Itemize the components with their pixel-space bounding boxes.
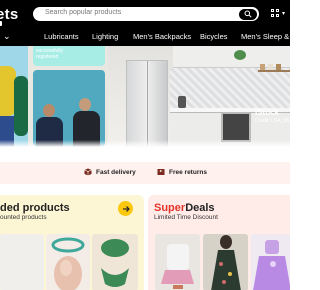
benefit-free-returns: Free returns	[169, 169, 207, 176]
deal-gown-image	[251, 234, 290, 290]
search-button[interactable]	[239, 8, 257, 20]
category-grid-icon[interactable]	[271, 9, 279, 17]
recommended-products-card[interactable]: ded products ounted products	[0, 195, 144, 290]
view-more-button[interactable]	[118, 201, 133, 216]
hero-fade	[0, 140, 290, 147]
card-subtitle: ounted products	[0, 214, 47, 221]
category-nav: ⌄ Lubricants Lighting Men's Backpacks Bi…	[0, 31, 290, 43]
deal-tile-2[interactable]	[203, 234, 248, 290]
chevron-down-icon[interactable]: ▾	[282, 10, 285, 17]
hero-people-image	[33, 70, 105, 147]
deal-tile-1[interactable]	[155, 234, 200, 290]
hero-left-image	[0, 46, 28, 147]
product-tile-1[interactable]	[0, 234, 44, 290]
nav-item-bicycles[interactable]: Bicycles	[200, 32, 228, 41]
return-icon	[157, 169, 165, 175]
superdeals-title: SuperDeals	[154, 202, 215, 214]
site-header: ets Search popular products ▾ ⌄ Lubrican…	[0, 0, 290, 46]
nav-item-mens-backpacks[interactable]: Men's Backpacks	[133, 32, 191, 41]
product-tile-2[interactable]	[46, 234, 90, 290]
product-bikini-image	[92, 234, 138, 290]
deal-tile-3[interactable]	[251, 234, 290, 290]
page: ets Search popular products ▾ ⌄ Lubrican…	[0, 0, 290, 290]
superdeals-title-part2: Deals	[185, 202, 215, 214]
site-logo[interactable]: ets	[0, 6, 19, 26]
promo-card: successfully registered	[33, 46, 105, 66]
benefit-fast-delivery: Fast delivery	[96, 169, 136, 176]
logo-text: ets	[0, 6, 19, 23]
search-input[interactable]: Search popular products	[45, 9, 121, 16]
deal-dress-image	[203, 234, 248, 290]
search-bar[interactable]: Search popular products	[33, 7, 259, 21]
promo-text-line2: registered	[36, 54, 59, 60]
nav-item-lubricants[interactable]: Lubricants	[44, 32, 79, 41]
superdeals-title-part1: Super	[154, 202, 186, 214]
superdeals-card[interactable]: SuperDeals Limited Time Discount	[148, 195, 290, 290]
nav-chevron-down-icon[interactable]: ⌄	[3, 31, 11, 42]
superdeals-subtitle: Limited Time Discount	[154, 214, 218, 221]
deal-outfit-image	[155, 234, 200, 290]
box-icon	[84, 168, 92, 176]
hero-kitchen-image	[108, 46, 290, 147]
search-icon	[244, 10, 252, 18]
logo-mark-icon	[0, 21, 2, 26]
benefits-bar: Fast delivery Free returns	[0, 162, 290, 184]
watermark-credit: Credit: LSA_36	[255, 118, 289, 124]
product-bracelet-image	[51, 237, 85, 290]
nav-item-mens-sleep[interactable]: Men's Sleep & L	[241, 32, 290, 41]
nav-item-lighting[interactable]: Lighting	[92, 32, 118, 41]
hero-banner[interactable]: successfully registered iStock Credit: L…	[0, 46, 290, 147]
arrow-right-icon	[122, 205, 130, 212]
card-title: ded products	[0, 202, 70, 214]
watermark-brand: iStock	[255, 108, 280, 117]
product-tile-3[interactable]	[92, 234, 138, 290]
